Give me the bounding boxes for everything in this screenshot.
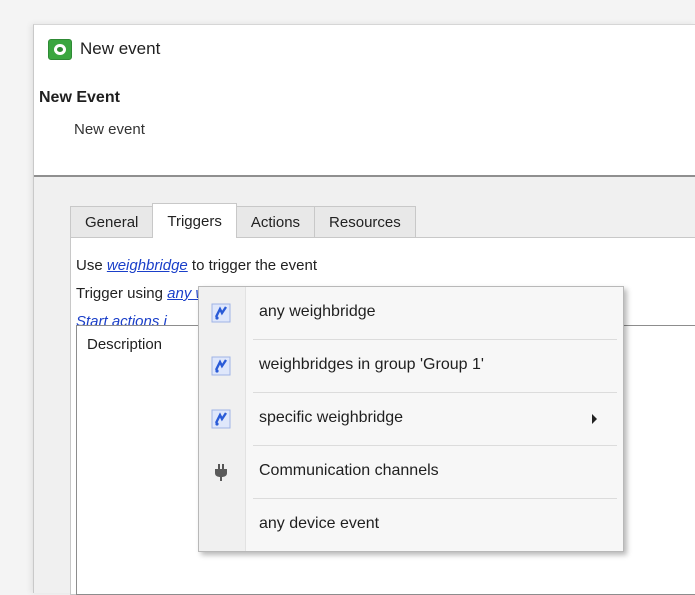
menu-item-any-device-event[interactable]: any device event	[199, 499, 623, 551]
menu-item-communication-channels[interactable]: Communication channels	[199, 446, 623, 498]
trigger-source-line: Use weighbridge to trigger the event	[76, 257, 317, 274]
tab-actions[interactable]: Actions	[235, 206, 316, 237]
header-subtitle: New event	[74, 121, 145, 138]
menu-item-specific-weighbridge[interactable]: specific weighbridge	[199, 393, 623, 445]
eye-app-icon	[48, 39, 72, 60]
tab-strip: General Triggers Actions Resources	[70, 203, 416, 238]
dialog-header: New Event New event	[34, 85, 695, 177]
tab-resources[interactable]: Resources	[314, 206, 416, 237]
description-label: Description	[87, 336, 163, 353]
window-title: New event	[80, 39, 161, 58]
trigger-source-suffix: to trigger the event	[191, 257, 317, 274]
menu-item-label: any weighbridge	[259, 303, 376, 320]
submenu-arrow-icon	[592, 414, 597, 424]
weighbridge-icon	[211, 356, 231, 376]
menu-item-label: any device event	[259, 515, 380, 532]
trigger-using-prefix: Trigger using	[76, 285, 163, 302]
plug-icon	[215, 464, 227, 481]
weighbridge-icon	[211, 409, 231, 429]
trigger-source-link[interactable]: weighbridge	[107, 257, 188, 274]
tab-triggers[interactable]: Triggers	[152, 203, 237, 238]
menu-item-weighbridges-in-group[interactable]: weighbridges in group 'Group 1'	[199, 340, 623, 392]
title-bar: New event	[34, 25, 695, 77]
menu-item-label: weighbridges in group 'Group 1'	[259, 356, 484, 373]
header-title: New Event	[39, 89, 120, 106]
menu-item-label: Communication channels	[259, 462, 439, 479]
tab-general[interactable]: General	[70, 206, 154, 237]
trigger-source-prefix: Use	[76, 257, 103, 274]
menu-item-label: specific weighbridge	[259, 409, 404, 426]
menu-item-any-weighbridge[interactable]: any weighbridge	[199, 287, 623, 339]
trigger-context-menu: any weighbridge weighbridges in group 'G…	[198, 286, 624, 552]
weighbridge-icon	[211, 303, 231, 323]
